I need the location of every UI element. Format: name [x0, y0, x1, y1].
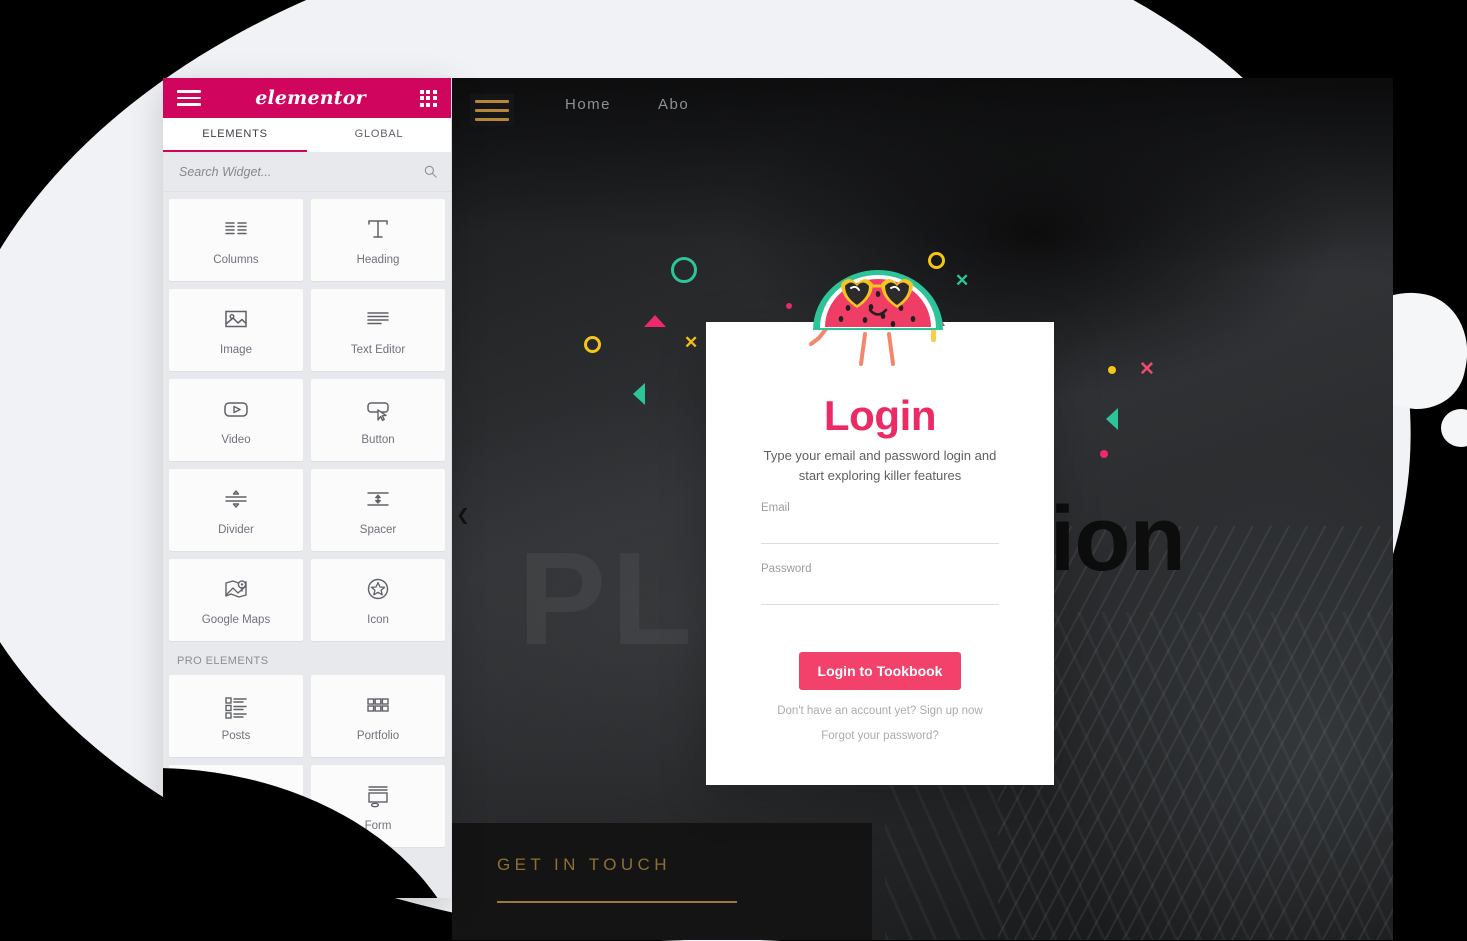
- decorative-blob-right-small: [1441, 409, 1467, 447]
- widget-label: Columns: [213, 254, 259, 266]
- signup-link[interactable]: Don't have an account yet? Sign up now: [706, 705, 1054, 717]
- confetti-dot: [786, 303, 792, 309]
- confetti-dot: [1108, 366, 1116, 374]
- text-editor-icon: [367, 312, 389, 325]
- confetti-triangle-up: [644, 315, 666, 327]
- confetti-x: ✕: [1139, 359, 1155, 380]
- widget-label: Icon: [367, 614, 389, 626]
- widget-divider[interactable]: Divider: [169, 469, 303, 551]
- forgot-password-link[interactable]: Forgot your password?: [706, 730, 1054, 742]
- email-field-label: Email: [761, 502, 790, 514]
- confetti-triangle-left: [1106, 408, 1118, 430]
- image-icon: [225, 310, 247, 328]
- confetti-x: ✕: [684, 333, 699, 352]
- heading-text-icon: [368, 220, 388, 238]
- hamburger-menu-icon[interactable]: [177, 89, 201, 107]
- login-submit-button[interactable]: Login to Tookbook: [799, 652, 961, 690]
- widget-search-bar: [163, 152, 451, 192]
- widget-google-maps[interactable]: Google Maps: [169, 559, 303, 641]
- widget-label: Spacer: [359, 524, 397, 536]
- widget-portfolio[interactable]: Portfolio: [311, 675, 445, 757]
- screenshot-stage: PL AIR tion Home Abo GET IN TOUCH ❮ ✕✕✕ …: [0, 0, 1467, 941]
- website-nav: Home Abo: [452, 78, 1393, 140]
- confetti-ring: [671, 257, 697, 283]
- posts-list-icon: [225, 697, 247, 719]
- widget-label: Google Maps: [201, 614, 271, 626]
- email-input[interactable]: [761, 514, 999, 544]
- widget-label: Text Editor: [350, 344, 406, 356]
- nav-link-about[interactable]: Abo: [658, 96, 689, 113]
- widget-label: Button: [361, 434, 395, 446]
- portfolio-grid-icon: [367, 698, 389, 712]
- confetti-dot: [1100, 450, 1108, 458]
- widget-spacer[interactable]: Spacer: [311, 469, 445, 551]
- hamburger-menu-icon[interactable]: [470, 94, 514, 126]
- widget-video[interactable]: Video: [169, 379, 303, 461]
- tab-global[interactable]: GLOBAL: [307, 118, 451, 152]
- widget-label: Divider: [218, 524, 254, 536]
- chevron-left-icon[interactable]: ❮: [456, 503, 470, 529]
- widget-columns[interactable]: Columns: [169, 199, 303, 281]
- nav-link-home[interactable]: Home: [565, 96, 611, 113]
- widget-label: Image: [220, 344, 252, 356]
- google-maps-pin-icon: [225, 580, 247, 598]
- confetti-ring: [584, 336, 601, 353]
- email-field-group: Email: [761, 502, 999, 544]
- form-icon: [368, 786, 388, 808]
- spacer-icon: [367, 492, 389, 506]
- tab-elements[interactable]: ELEMENTS: [163, 118, 307, 152]
- login-card: Login Type your email and password login…: [706, 322, 1054, 785]
- login-title: Login: [823, 392, 937, 439]
- get-in-touch-underline: [497, 901, 737, 903]
- search-input[interactable]: [177, 163, 424, 180]
- columns-icon: [225, 222, 247, 235]
- password-input[interactable]: [761, 575, 999, 605]
- widget-label: Portfolio: [356, 730, 400, 742]
- panel-tabs: ELEMENTS GLOBAL: [163, 118, 451, 152]
- get-in-touch-section: GET IN TOUCH: [452, 823, 872, 940]
- video-play-icon: [224, 402, 248, 417]
- widget-list: Columns Heading Image Text Editor Video …: [163, 192, 451, 847]
- widget-heading[interactable]: Heading: [311, 199, 445, 281]
- panel-header: elementor: [163, 78, 451, 118]
- divider-icon: [225, 490, 247, 508]
- app-grid-icon[interactable]: [419, 89, 437, 107]
- widget-grid-basic: Columns Heading Image Text Editor Video …: [169, 199, 445, 641]
- password-field-group: Password: [761, 563, 999, 605]
- search-icon[interactable]: [424, 165, 437, 178]
- get-in-touch-title: GET IN TOUCH: [497, 855, 671, 874]
- elementor-widgets-panel: elementor ELEMENTS GLOBAL Search Widget.…: [163, 78, 451, 898]
- widget-label: Posts: [221, 730, 251, 742]
- widget-label: Heading: [356, 254, 400, 266]
- widget-posts[interactable]: Posts: [169, 675, 303, 757]
- section-header-pro-elements: PRO ELEMENTS: [177, 655, 269, 667]
- login-subtitle: Type your email and password login and s…: [763, 448, 997, 484]
- widget-image[interactable]: Image: [169, 289, 303, 371]
- confetti-x: ✕: [955, 271, 970, 290]
- widget-icon[interactable]: Icon: [311, 559, 445, 641]
- widget-label: Video: [221, 434, 251, 446]
- elementor-logo: elementor: [255, 87, 366, 109]
- button-cursor-icon: [367, 402, 389, 422]
- password-field-label: Password: [761, 563, 812, 575]
- watermelon-mascot-icon: [803, 264, 953, 376]
- star-badge-icon: [367, 578, 389, 600]
- widget-text-editor[interactable]: Text Editor: [311, 289, 445, 371]
- confetti-triangle-left: [633, 383, 645, 405]
- widget-button[interactable]: Button: [311, 379, 445, 461]
